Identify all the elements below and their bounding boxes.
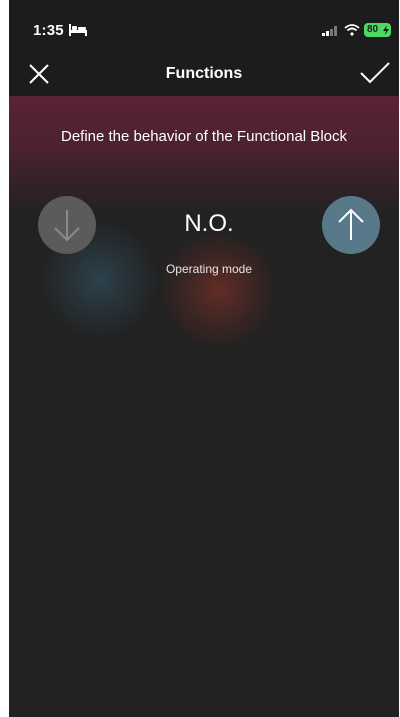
status-bar: 1:35 80: [9, 0, 399, 50]
wifi-icon: [344, 24, 360, 36]
signal-icon: [322, 26, 337, 36]
increase-mode-button[interactable]: [322, 196, 380, 254]
navigation-bar: Functions: [9, 50, 399, 96]
glow-decoration-red: [159, 230, 279, 350]
phone-screen: 1:35 80 Functions Define the behavior of…: [9, 0, 399, 717]
arrow-up-icon: [338, 208, 364, 240]
operating-mode-label: Operating mode: [165, 262, 253, 276]
status-time: 1:35: [33, 22, 64, 39]
description-text: Define the behavior of the Functional Bl…: [60, 128, 347, 145]
charging-bolt-icon: [383, 25, 389, 35]
checkmark-icon[interactable]: [359, 60, 391, 86]
page-title: Functions: [165, 65, 243, 82]
bed-icon: [69, 24, 87, 36]
